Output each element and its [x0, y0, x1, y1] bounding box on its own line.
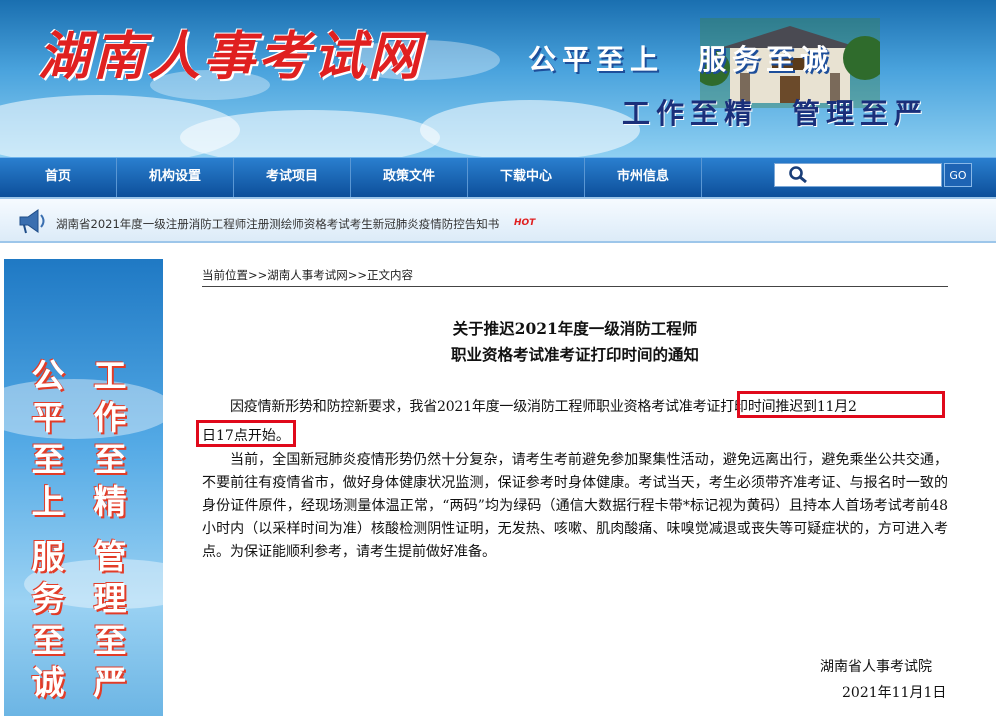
- side-slogan-col-2: 工作至精: [93, 356, 127, 521]
- highlight-box: [196, 420, 296, 447]
- paragraph-1-line-2: 日17点开始。: [202, 428, 290, 444]
- side-slogan-col-1: 公平至上: [31, 356, 65, 521]
- nav-item-home[interactable]: 首页: [0, 158, 117, 198]
- nav-item-exams[interactable]: 考试项目: [234, 158, 351, 198]
- side-slogan-col-3: 服务至诚: [31, 537, 65, 702]
- hot-badge: HOT: [514, 218, 536, 228]
- nav-item-organization[interactable]: 机构设置: [117, 158, 234, 198]
- breadcrumb[interactable]: 当前位置>>湖南人事考试网>>正文内容: [202, 267, 413, 283]
- nav-item-city-info[interactable]: 市州信息: [585, 158, 702, 198]
- nav-item-downloads[interactable]: 下载中心: [468, 158, 585, 198]
- speaker-icon: [19, 209, 45, 234]
- article-title-line-1: 关于推迟2021年度一级消防工程师: [452, 319, 698, 338]
- paragraph-2: 当前，全国新冠肺炎疫情形势仍然十分复杂，请考生考前避免参加聚集性活动，避免远离出…: [202, 452, 948, 560]
- nav-item-policies[interactable]: 政策文件: [351, 158, 468, 198]
- site-title[interactable]: 湖南人事考试网: [38, 14, 423, 89]
- slogan-line-1: 公平至上 服务至诚: [528, 43, 835, 76]
- highlight-box: [737, 391, 945, 418]
- side-slogan-col-4: 管理至严: [93, 537, 127, 702]
- article-title: 关于推迟2021年度一级消防工程师 职业资格考试准考证打印时间的通知: [202, 316, 948, 368]
- go-button[interactable]: GO: [944, 163, 972, 187]
- signature-org: 湖南省人事考试院: [820, 659, 932, 675]
- ticker-link[interactable]: 湖南省2021年度一级注册消防工程师注册测绘师资格考试考生新冠肺炎疫情防控告知书: [56, 216, 499, 232]
- header-banner: 湖南人事考试网 公平至上 服务至诚 工作至精 管理至严: [0, 0, 996, 157]
- signature-date: 2021年11月1日: [842, 685, 947, 701]
- search-icon[interactable]: [788, 166, 808, 184]
- article-title-line-2: 职业资格考试准考证打印时间的通知: [450, 345, 699, 364]
- divider: [202, 286, 948, 287]
- slogan-line-2: 工作至精 管理至严: [622, 97, 929, 130]
- side-banner: 公平至上 工作至精 服务至诚 管理至严: [4, 259, 163, 716]
